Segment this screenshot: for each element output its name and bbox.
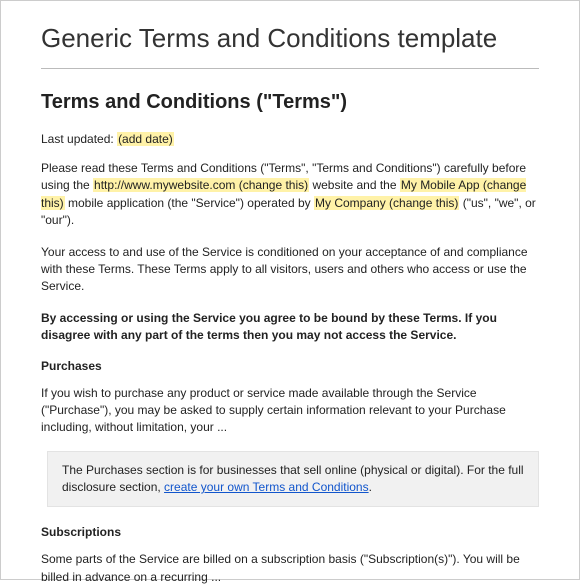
intro-paragraph-2: Your access to and use of the Service is… <box>41 244 539 296</box>
intro-paragraph-3: By accessing or using the Service you ag… <box>41 310 539 345</box>
intro-paragraph-1: Please read these Terms and Conditions (… <box>41 160 539 230</box>
doc-heading: Terms and Conditions ("Terms") <box>41 91 539 114</box>
last-updated: Last updated: (add date) <box>41 132 539 146</box>
note-text: . <box>369 480 372 494</box>
purchases-title: Purchases <box>41 359 539 373</box>
subscriptions-text: Some parts of the Service are billed on … <box>41 551 539 586</box>
company-name-placeholder: My Company (change this) <box>314 196 459 210</box>
purchases-text: If you wish to purchase any product or s… <box>41 385 539 437</box>
create-terms-link[interactable]: create your own Terms and Conditions <box>164 480 369 494</box>
website-url-placeholder: http://www.mywebsite.com (change this) <box>93 178 309 192</box>
intro-text: mobile application (the "Service") opera… <box>65 196 314 210</box>
purchases-note: The Purchases section is for businesses … <box>47 451 539 508</box>
intro-text: website and the <box>309 178 400 192</box>
last-updated-label: Last updated: <box>41 132 117 146</box>
last-updated-value: (add date) <box>117 132 174 146</box>
page-title: Generic Terms and Conditions template <box>41 23 539 69</box>
subscriptions-title: Subscriptions <box>41 525 539 539</box>
